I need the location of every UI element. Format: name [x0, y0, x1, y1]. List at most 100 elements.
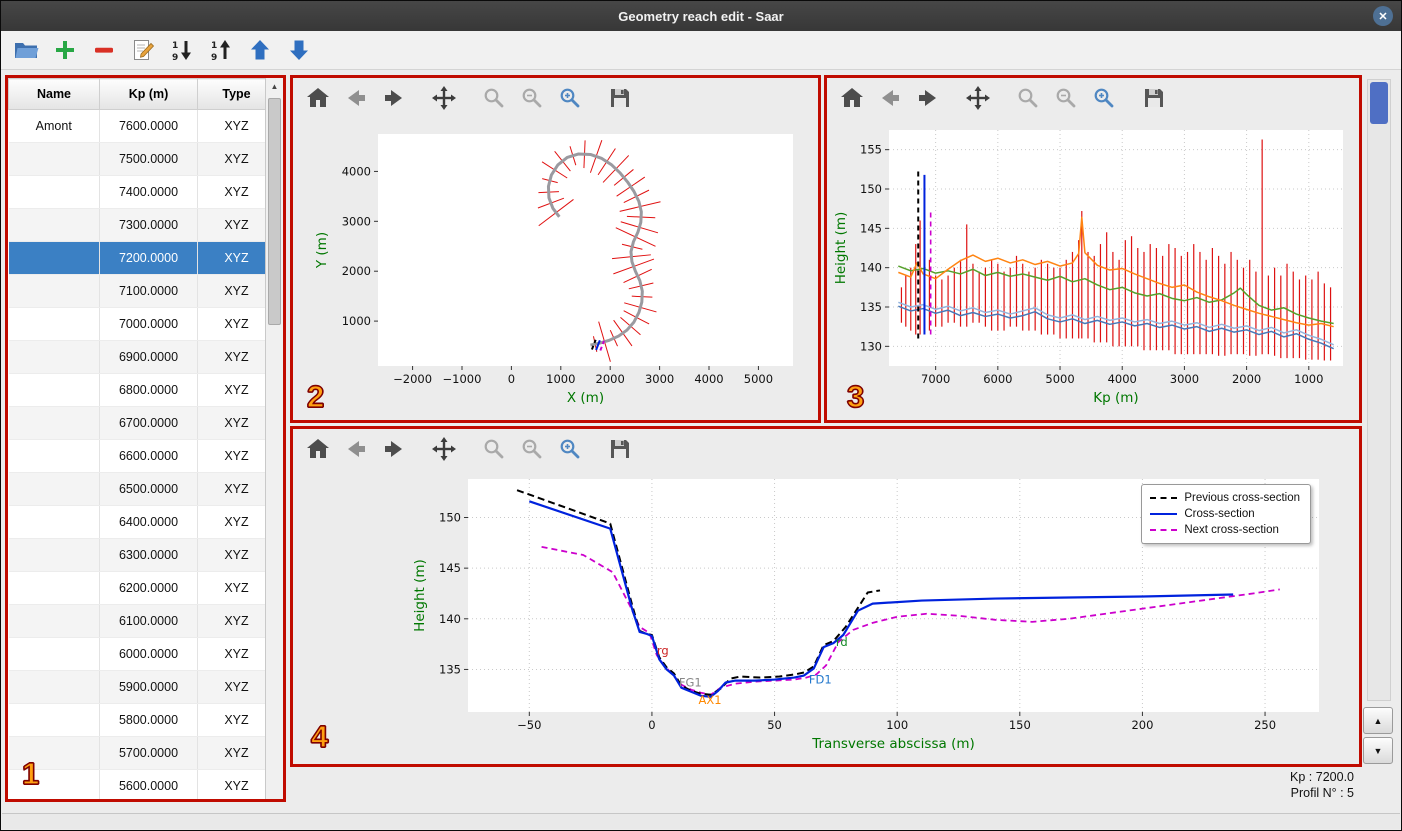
zoom-sel-button[interactable] [555, 434, 585, 464]
table-row[interactable]: 7400.0000 XYZ [8, 175, 276, 209]
zoom-sel-button[interactable] [555, 83, 585, 113]
remove-cross-section-button[interactable] [89, 35, 119, 65]
table-row[interactable]: 6100.0000 XYZ [8, 604, 276, 638]
zoom-button[interactable] [479, 83, 509, 113]
table-cell[interactable]: 5600.0000 [99, 769, 198, 799]
table-row[interactable]: 5700.0000 XYZ [8, 736, 276, 770]
back-button[interactable] [875, 83, 905, 113]
table-row[interactable]: 5800.0000 XYZ [8, 703, 276, 737]
table-cell[interactable] [8, 373, 100, 407]
table-cell[interactable]: XYZ [197, 208, 276, 242]
table-row[interactable]: 7000.0000 XYZ [8, 307, 276, 341]
table-cell[interactable]: XYZ [197, 538, 276, 572]
table-cell[interactable]: 5900.0000 [99, 670, 198, 704]
table-row[interactable]: 6700.0000 XYZ [8, 406, 276, 440]
table-row[interactable]: Amont 7600.0000 XYZ [8, 109, 276, 143]
zoom-button[interactable] [1013, 83, 1043, 113]
table-cell[interactable]: 6300.0000 [99, 538, 198, 572]
table-cell[interactable]: XYZ [197, 307, 276, 341]
save-button[interactable] [1139, 83, 1169, 113]
table-cell[interactable]: 6000.0000 [99, 637, 198, 671]
table-cell[interactable]: XYZ [197, 703, 276, 737]
profile-down-button[interactable]: ▼ [1363, 737, 1393, 764]
pan-button[interactable] [429, 83, 459, 113]
save-button[interactable] [605, 434, 635, 464]
home-button[interactable] [837, 83, 867, 113]
table-cell[interactable]: XYZ [197, 505, 276, 539]
table-cell[interactable]: XYZ [197, 274, 276, 308]
back-button[interactable] [341, 83, 371, 113]
table-row[interactable]: 6600.0000 XYZ [8, 439, 276, 473]
pan-button[interactable] [429, 434, 459, 464]
table-cell[interactable]: 6900.0000 [99, 340, 198, 374]
table-cell[interactable]: XYZ [197, 109, 276, 143]
table-cell[interactable]: XYZ [197, 571, 276, 605]
close-button[interactable]: ✕ [1373, 6, 1393, 26]
table-cell[interactable]: 6800.0000 [99, 373, 198, 407]
table-cell[interactable]: 6100.0000 [99, 604, 198, 638]
table-row[interactable]: 6900.0000 XYZ [8, 340, 276, 374]
table-cell[interactable]: XYZ [197, 769, 276, 799]
edit-cross-section-button[interactable] [128, 35, 158, 65]
sort-ascending-button[interactable]: 1 9 [167, 35, 197, 65]
move-up-button[interactable] [245, 35, 275, 65]
table-cell[interactable]: XYZ [197, 439, 276, 473]
table-cell[interactable] [8, 439, 100, 473]
table-cell[interactable] [8, 274, 100, 308]
table-cell[interactable] [8, 604, 100, 638]
zoom-alt-button[interactable] [517, 83, 547, 113]
sort-descending-button[interactable]: 1 9 [206, 35, 236, 65]
table-scrollbar[interactable]: ▲ [265, 78, 283, 799]
table-row[interactable]: 5900.0000 XYZ [8, 670, 276, 704]
right-scrollbar[interactable] [1367, 79, 1391, 701]
table-cell[interactable]: XYZ [197, 373, 276, 407]
right-scrollbar-thumb[interactable] [1370, 82, 1388, 124]
back-button[interactable] [341, 434, 371, 464]
table-cell[interactable]: 6500.0000 [99, 472, 198, 506]
profile-up-button[interactable]: ▲ [1363, 707, 1393, 734]
table-row[interactable]: 6500.0000 XYZ [8, 472, 276, 506]
table-cell[interactable]: Amont [8, 109, 100, 143]
forward-button[interactable] [379, 434, 409, 464]
table-cell[interactable] [8, 538, 100, 572]
table-cell[interactable]: 5700.0000 [99, 736, 198, 770]
table-row[interactable]: 7500.0000 XYZ [8, 142, 276, 176]
table-cell[interactable]: 5800.0000 [99, 703, 198, 737]
table-cell[interactable]: XYZ [197, 241, 276, 275]
table-cell[interactable] [8, 175, 100, 209]
table-cell[interactable] [8, 472, 100, 506]
table-cell[interactable]: XYZ [197, 142, 276, 176]
table-cell[interactable]: 7600.0000 [99, 109, 198, 143]
table-cell[interactable]: 7500.0000 [99, 142, 198, 176]
forward-button[interactable] [379, 83, 409, 113]
table-cell[interactable]: XYZ [197, 472, 276, 506]
table-scrollbar-up-icon[interactable]: ▲ [266, 78, 283, 94]
table-cell[interactable] [8, 670, 100, 704]
table-cell[interactable] [8, 340, 100, 374]
table-cell[interactable]: XYZ [197, 406, 276, 440]
pan-button[interactable] [963, 83, 993, 113]
zoom-alt-button[interactable] [1051, 83, 1081, 113]
plan-plot-canvas[interactable]: −2000 −1000 0 1000 2000 3000 4000 5000 1000 2000 3… [293, 118, 818, 420]
table-cell[interactable]: 7100.0000 [99, 274, 198, 308]
table-row[interactable]: 6300.0000 XYZ [8, 538, 276, 572]
table-cell[interactable] [8, 703, 100, 737]
table-cell[interactable]: 6600.0000 [99, 439, 198, 473]
table-cell[interactable]: 7400.0000 [99, 175, 198, 209]
table-row[interactable]: 5600.0000 XYZ [8, 769, 276, 799]
home-button[interactable] [303, 434, 333, 464]
table-cell[interactable] [8, 406, 100, 440]
zoom-alt-button[interactable] [517, 434, 547, 464]
table-row[interactable]: 6800.0000 XYZ [8, 373, 276, 407]
table-cell[interactable] [8, 208, 100, 242]
move-down-button[interactable] [284, 35, 314, 65]
table-row[interactable]: 6400.0000 XYZ [8, 505, 276, 539]
table-row[interactable]: 7300.0000 XYZ [8, 208, 276, 242]
zoom-button[interactable] [479, 434, 509, 464]
home-button[interactable] [303, 83, 333, 113]
table-cell[interactable] [8, 307, 100, 341]
table-cell[interactable]: XYZ [197, 340, 276, 374]
table-row[interactable]: 6200.0000 XYZ [8, 571, 276, 605]
table-cell[interactable] [8, 505, 100, 539]
save-button[interactable] [605, 83, 635, 113]
